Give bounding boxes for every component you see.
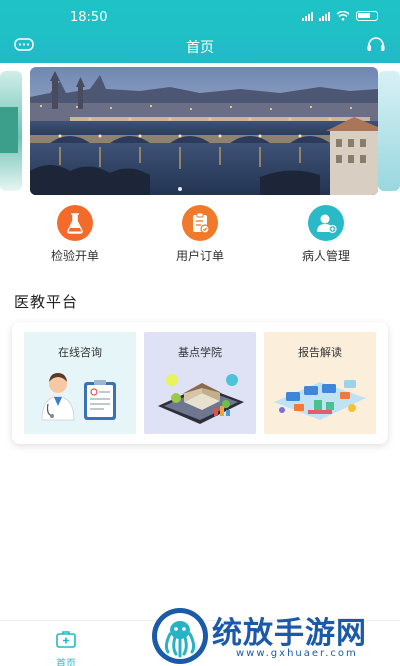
action-user-orders[interactable]: 用户订单 [150, 205, 250, 264]
card-label: 在线咨询 [58, 346, 102, 359]
action-label: 用户订单 [175, 249, 224, 263]
patient-icon [308, 205, 344, 241]
action-label: 病人管理 [301, 249, 350, 263]
banner-prev-slide[interactable] [0, 71, 22, 191]
banner-carousel[interactable] [0, 63, 400, 203]
section-title: 医教平台 [14, 293, 79, 311]
action-lab-order[interactable]: 检验开单 [25, 205, 125, 264]
medical-kit-icon [56, 631, 76, 648]
card-label: 报告解读 [298, 346, 342, 359]
signal-icon-2 [319, 11, 330, 21]
banner-image[interactable] [30, 67, 378, 195]
banner-next-slide[interactable] [378, 71, 400, 191]
app-screen: 18:50 首页 检验开单 用户订单 病人管理 医教平台 在线咨询 基点学院 报… [0, 0, 400, 666]
clipboard-icon [182, 205, 218, 241]
card-academy[interactable]: 基点学院 [144, 332, 256, 434]
status-time: 18:50 [70, 10, 108, 25]
report-illustration [274, 380, 366, 420]
city-night-image [30, 67, 378, 195]
education-platform-panel: 在线咨询 基点学院 报告解读 [12, 322, 388, 444]
octopus-logo-icon [152, 608, 208, 664]
quick-actions: 检验开单 用户订单 病人管理 [0, 205, 400, 275]
battery-icon [356, 11, 378, 21]
page-title: 首页 [186, 40, 214, 56]
wifi-icon [336, 11, 350, 21]
action-label: 检验开单 [50, 249, 99, 263]
watermark-text: 统放手游网 [212, 616, 367, 651]
watermark-url: www.gxhuaer.com [236, 648, 358, 659]
card-report-interpretation[interactable]: 报告解读 [264, 332, 376, 434]
app-header: 18:50 首页 [0, 0, 400, 63]
action-patient-management[interactable]: 病人管理 [276, 205, 376, 264]
card-label: 基点学院 [178, 346, 222, 359]
tab-home[interactable]: 首页 [44, 629, 88, 666]
headset-icon[interactable] [366, 36, 386, 54]
flask-icon [57, 205, 93, 241]
academy-illustration [158, 374, 244, 424]
signal-icon [302, 11, 313, 21]
watermark: 统放手游网 www.gxhuaer.com [150, 604, 400, 666]
card-online-consult[interactable]: 在线咨询 [24, 332, 136, 434]
title-row: 首页 [0, 33, 400, 59]
status-bar: 18:50 [0, 0, 400, 30]
doctor-illustration [41, 373, 116, 421]
tab-home-label: 首页 [56, 659, 76, 666]
status-icons [302, 11, 378, 21]
